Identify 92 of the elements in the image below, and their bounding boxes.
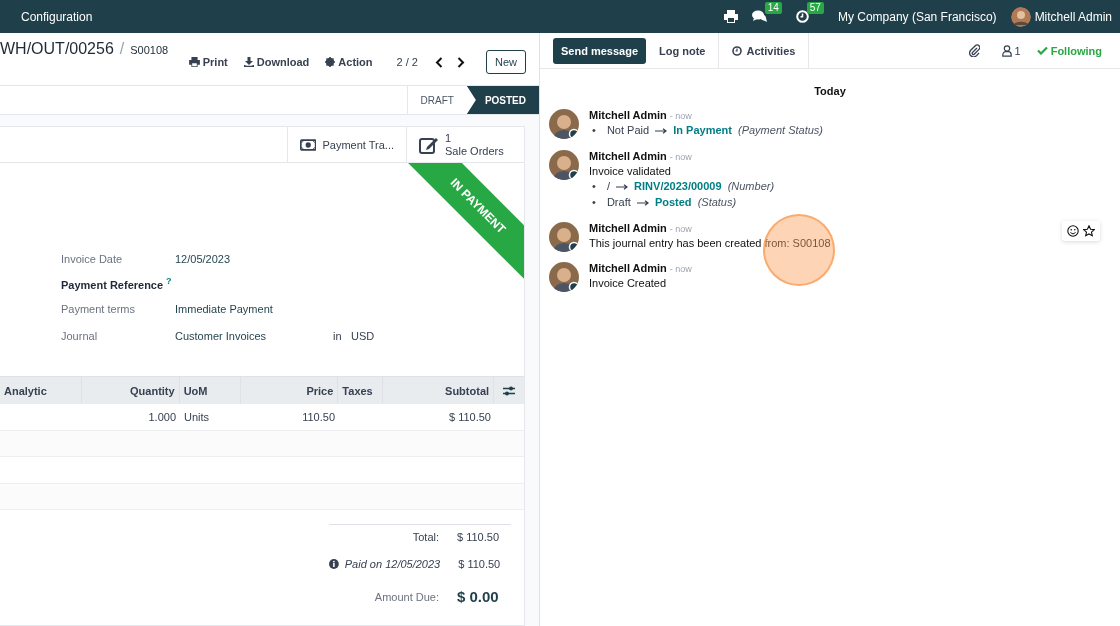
table-cell-text: $ 110.50 — [448, 409, 492, 425]
field-label: Invoice Date — [61, 252, 124, 265]
payment-amount: $ 110.50 — [457, 557, 502, 570]
column-header[interactable]: Taxes — [338, 377, 384, 404]
previous-icon[interactable] — [435, 56, 443, 68]
old-value: Draft — [606, 196, 631, 208]
menu-item[interactable]: Configuration — [21, 9, 93, 24]
field-label: Journal — [61, 329, 99, 342]
payment-label: Paid on 12/05/2023 — [344, 557, 441, 570]
settings-icon[interactable] — [503, 385, 516, 396]
arrow-icon — [636, 200, 649, 206]
info-icon[interactable] — [329, 558, 339, 569]
breadcrumb-separator: / — [119, 40, 125, 58]
user-menu[interactable]: Mitchell Admin — [1034, 9, 1112, 24]
message-author[interactable]: Mitchell Admin — [589, 150, 667, 162]
printer-icon — [188, 57, 200, 67]
avatar-icon — [549, 222, 579, 252]
action-button[interactable]: Action — [319, 52, 379, 72]
old-value: / — [606, 180, 610, 192]
paperclip-icon[interactable] — [968, 44, 980, 57]
message-time: - now — [669, 152, 692, 162]
date-separator: Today — [814, 85, 846, 97]
table-cell-text: 110.50 — [301, 409, 336, 425]
print-button[interactable]: Print — [182, 52, 234, 72]
column-header[interactable]: Price — [240, 377, 339, 404]
field-name: (Status) — [697, 196, 737, 208]
column-header[interactable]: UoM — [179, 377, 241, 404]
table-cell-text: Units — [183, 409, 211, 425]
field-name: (Payment Status) — [738, 124, 823, 136]
new-button[interactable]: New — [486, 50, 526, 74]
table-cell-text: 1.000 — [147, 409, 177, 425]
followers-button[interactable]: 1 — [997, 42, 1025, 59]
column-header[interactable]: Analytic — [0, 377, 82, 404]
field-name: (Number) — [727, 180, 775, 192]
clock-icon[interactable] — [795, 10, 809, 23]
field-value: Immediate Payment — [175, 302, 274, 315]
count-badge: 14 — [764, 2, 782, 14]
breadcrumb-link[interactable]: WH/OUT/00256 — [0, 40, 114, 58]
avatar-icon[interactable] — [1010, 6, 1031, 27]
field-value: USD — [351, 329, 375, 342]
send-message-button[interactable]: Send message — [553, 38, 647, 64]
message-time: - now — [669, 111, 692, 121]
printer-icon[interactable] — [723, 10, 738, 23]
bullet: • — [592, 196, 596, 208]
new-value: RINV/2023/00009 — [634, 180, 722, 192]
message-author[interactable]: Mitchell Admin — [589, 262, 667, 274]
message-author[interactable]: Mitchell Admin — [589, 109, 667, 121]
chat-icon[interactable] — [751, 10, 767, 23]
clock-icon — [732, 45, 743, 56]
message-text: Invoice validated — [589, 165, 672, 177]
arrow-icon — [616, 184, 629, 190]
star-icon[interactable] — [1083, 225, 1095, 237]
new-value: In Payment — [673, 124, 732, 136]
bullet: • — [592, 124, 596, 136]
download-button[interactable]: Download — [237, 52, 316, 72]
check-icon — [1036, 46, 1048, 55]
arrow-icon — [655, 128, 668, 134]
message-text: This journal entry has been created from: S00108 — [589, 237, 831, 249]
edit-icon — [419, 135, 439, 154]
person-icon — [1001, 44, 1012, 57]
message-text: Invoice Created — [589, 277, 668, 289]
pager-counter: 2 / 2 — [396, 56, 418, 68]
count-badge: 57 — [806, 2, 824, 14]
message-time: - now — [669, 264, 692, 274]
old-value: Not Paid — [606, 124, 650, 136]
company-switcher[interactable]: My Company (San Francisco) — [837, 9, 997, 24]
avatar-icon — [549, 150, 579, 180]
avatar-icon — [549, 262, 579, 292]
field-value: Customer Invoices — [175, 329, 268, 342]
banknote-icon — [300, 137, 317, 152]
new-value: Posted — [654, 196, 692, 208]
avatar-icon — [549, 109, 579, 139]
total-amount: $ 110.50 — [456, 531, 500, 543]
field-label: Payment Reference $^{?}$ — [61, 276, 172, 291]
amount-due-label: Amount Due: — [374, 590, 439, 603]
field-label: Payment terms — [61, 302, 136, 315]
download-icon — [243, 57, 254, 67]
amount-due: $ 0.00 — [456, 588, 500, 605]
gear-icon — [325, 57, 336, 67]
next-icon[interactable] — [457, 56, 465, 68]
column-header[interactable]: Subtotal — [383, 377, 495, 404]
activities-button[interactable]: Activities — [718, 33, 810, 68]
total-label: Total: — [412, 531, 439, 543]
smiley-icon[interactable] — [1067, 225, 1079, 237]
status-stage[interactable]: POSTED — [466, 86, 539, 114]
message-time: - now — [669, 224, 692, 234]
breadcrumb-current: S00108 — [130, 44, 169, 56]
bullet: • — [592, 180, 596, 192]
field-value: 12/05/2023 — [175, 252, 232, 265]
message-author[interactable]: Mitchell Admin — [589, 222, 667, 234]
column-header[interactable]: Quantity — [81, 377, 180, 404]
field-label: in — [333, 329, 343, 342]
